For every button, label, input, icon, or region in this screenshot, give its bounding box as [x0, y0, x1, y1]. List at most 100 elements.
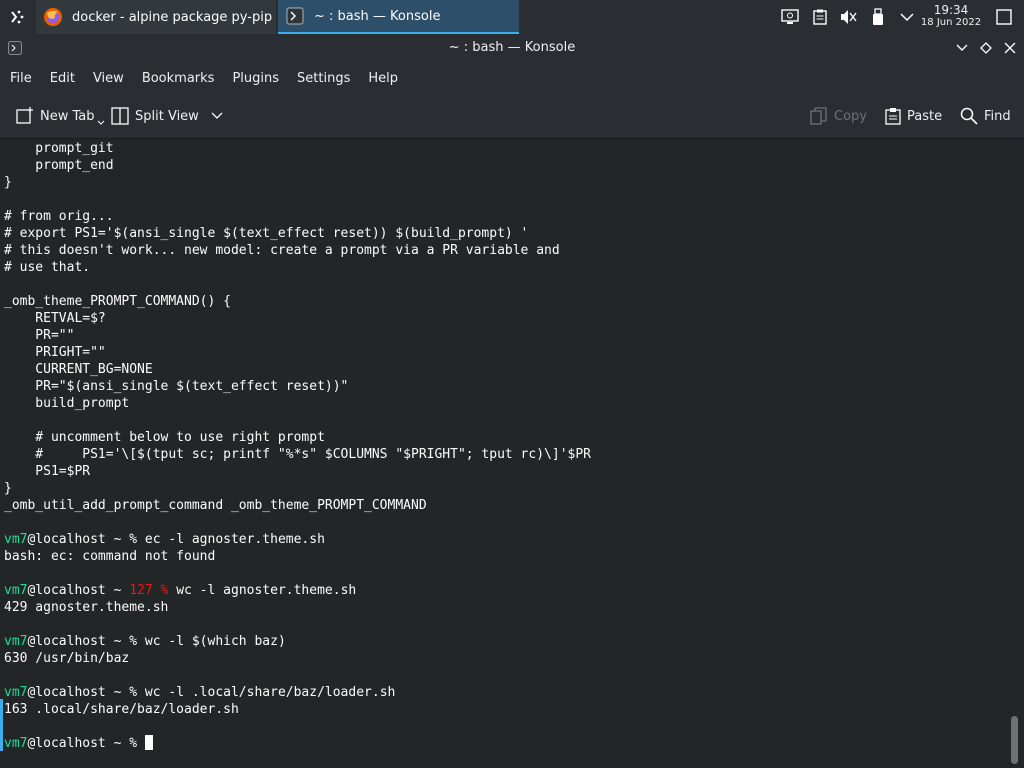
terminal-line: # use that.	[4, 260, 91, 275]
expand-tray-icon[interactable]	[896, 0, 918, 34]
command-output: 630 /usr/bin/baz	[4, 651, 130, 666]
command-output: 429 agnoster.theme.sh	[4, 600, 169, 615]
prompt-command: wc -l .local/share/baz/loader.sh	[144, 685, 396, 700]
prompt-host: @localhost ~	[27, 583, 130, 598]
copy-label: Copy	[834, 108, 867, 124]
taskbar: docker - alpine package py-pip m... ~ : …	[0, 0, 1024, 34]
terminal-line: _omb_util_add_prompt_command _omb_theme_…	[4, 498, 427, 513]
terminal-line: PS1=$PR	[4, 464, 91, 479]
taskbar-task-firefox[interactable]: docker - alpine package py-pip m...	[36, 0, 276, 34]
prompt-line: vm7@localhost ~ % wc -l $(which baz)	[4, 633, 591, 650]
split-view-button[interactable]: Split View	[111, 94, 229, 138]
terminal-line: PR="$(ansi_single $(text_effect reset))"	[4, 379, 349, 394]
prompt-host: @localhost ~	[27, 634, 130, 649]
application-launcher-icon[interactable]	[0, 0, 34, 34]
terminal-line: prompt_end	[4, 158, 114, 173]
terminal-line: CURRENT_BG=NONE	[4, 362, 153, 377]
prompt-user: vm7	[4, 634, 28, 649]
new-tab-label: New Tab	[40, 108, 95, 124]
menu-view[interactable]: View	[93, 71, 124, 86]
terminal-output: prompt_git prompt_end } # from orig... #…	[4, 140, 591, 752]
terminal-scrollbar[interactable]	[1006, 139, 1024, 768]
paste-label: Paste	[907, 108, 943, 124]
clock[interactable]: 19:34 18 Jun 2022	[920, 4, 982, 28]
window-title: ~ : bash — Konsole	[448, 40, 576, 55]
taskbar-task-konsole[interactable]: ~ : bash — Konsole	[278, 0, 519, 34]
prompt-user: vm7	[4, 736, 28, 751]
search-icon	[960, 107, 978, 125]
prompt-symbol: %	[129, 736, 138, 751]
menu-bookmarks[interactable]: Bookmarks	[142, 71, 215, 86]
prompt-user: vm7	[4, 532, 28, 547]
terminal-line: RETVAL=$?	[4, 311, 106, 326]
new-tab-icon	[16, 107, 33, 124]
taskbar-task-label: docker - alpine package py-pip m...	[72, 9, 276, 25]
display-config-icon[interactable]	[778, 0, 802, 34]
prompt-host: @localhost ~	[27, 685, 130, 700]
new-tab-dropdown-icon[interactable]	[97, 120, 105, 126]
prompt-symbol: %	[129, 532, 138, 547]
prompt-host: @localhost ~	[27, 736, 130, 751]
prompt-symbol: %	[129, 634, 138, 649]
usb-icon[interactable]	[866, 0, 890, 34]
scrollbar-thumb[interactable]	[1011, 716, 1018, 764]
menu-file[interactable]: File	[10, 71, 32, 86]
terminal-view[interactable]: prompt_git prompt_end } # from orig... #…	[0, 139, 1006, 768]
toolbar: New Tab Split View Copy Paste Find	[0, 94, 1024, 139]
close-icon[interactable]	[1001, 39, 1019, 57]
minimize-icon[interactable]	[953, 39, 971, 57]
prompt-command: wc -l $(which baz)	[144, 634, 286, 649]
menubar: File Edit View Bookmarks Plugins Setting…	[0, 62, 1024, 94]
menu-settings[interactable]: Settings	[297, 71, 350, 86]
command-output: 163 .local/share/baz/loader.sh	[4, 702, 239, 717]
prompt-line: vm7@localhost ~ %	[4, 735, 591, 752]
prompt-host: @localhost ~	[27, 532, 130, 547]
clock-time: 19:34	[933, 3, 969, 17]
firefox-icon	[42, 6, 64, 28]
prompt-exit-code: 127	[129, 583, 153, 598]
show-desktop-icon[interactable]	[992, 0, 1016, 34]
maximize-icon[interactable]	[977, 39, 995, 57]
find-button[interactable]: Find	[960, 94, 1011, 138]
split-view-icon	[111, 107, 129, 125]
prompt-symbol: %	[129, 685, 138, 700]
terminal-line: # from orig...	[4, 209, 114, 224]
clock-date: 18 Jun 2022	[920, 17, 982, 28]
terminal-line: # this doesn't work... new model: create…	[4, 243, 560, 258]
prompt-command: wc -l agnoster.theme.sh	[176, 583, 357, 598]
menu-plugins[interactable]: Plugins	[232, 71, 279, 86]
menu-help[interactable]: Help	[368, 71, 398, 86]
terminal-line: }	[4, 175, 12, 190]
new-tab-button[interactable]: New Tab	[16, 94, 105, 138]
terminal-line: prompt_git	[4, 141, 114, 156]
paste-icon	[885, 108, 901, 125]
terminal-line: PR=""	[4, 328, 75, 343]
volume-muted-icon[interactable]	[836, 0, 860, 34]
window-titlebar[interactable]: ~ : bash — Konsole	[0, 34, 1024, 62]
terminal-icon	[284, 5, 306, 27]
copy-button[interactable]: Copy	[810, 94, 867, 138]
prompt-line: vm7@localhost ~ % wc -l .local/share/baz…	[4, 684, 591, 701]
taskbar-task-label: ~ : bash — Konsole	[314, 8, 441, 24]
chevron-down-icon[interactable]	[211, 112, 223, 120]
prompt-user: vm7	[4, 583, 28, 598]
terminal-line: # uncomment below to use right prompt	[4, 430, 325, 445]
paste-button[interactable]: Paste	[885, 94, 942, 138]
clipboard-icon[interactable]	[808, 0, 832, 34]
prompt-line: vm7@localhost ~ 127 % wc -l agnoster.the…	[4, 582, 591, 599]
prompt-line: vm7@localhost ~ % ec -l agnoster.theme.s…	[4, 531, 591, 548]
find-label: Find	[984, 108, 1011, 124]
prompt-symbol: %	[160, 583, 169, 598]
terminal-line: # export PS1='$(ansi_single $(text_effec…	[4, 226, 529, 241]
terminal-line: build_prompt	[4, 396, 130, 411]
menu-edit[interactable]: Edit	[50, 71, 75, 86]
active-block-marker	[0, 699, 3, 751]
command-output: bash: ec: command not found	[4, 549, 216, 564]
